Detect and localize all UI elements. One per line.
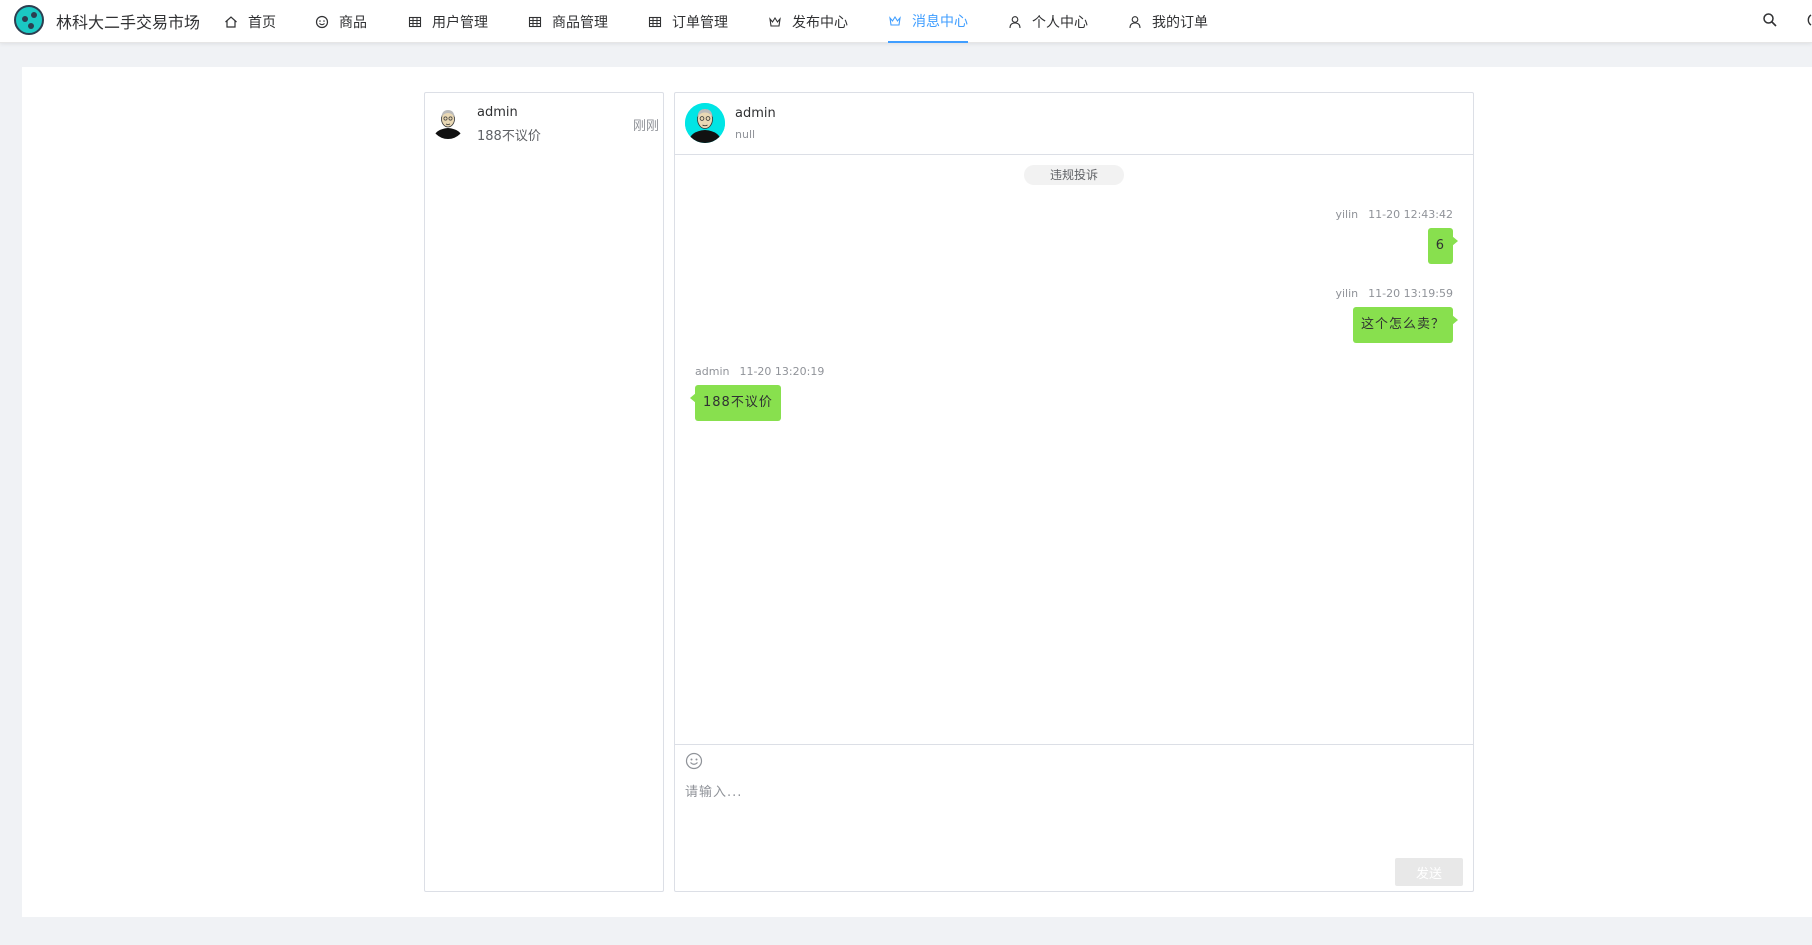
nav-item-label: 我的订单 bbox=[1152, 14, 1208, 31]
grid-icon bbox=[528, 15, 542, 29]
site-logo[interactable] bbox=[14, 5, 44, 35]
chat-header: admin null bbox=[675, 93, 1473, 155]
grid-icon bbox=[648, 15, 662, 29]
more-icon[interactable] bbox=[1804, 12, 1812, 28]
nav-item-order-management[interactable]: 订单管理 bbox=[648, 0, 728, 43]
nav-item-label: 商品 bbox=[339, 14, 367, 31]
conversation-name: admin bbox=[477, 105, 518, 120]
user-icon bbox=[1128, 15, 1142, 29]
message-sender: yilin bbox=[1335, 287, 1359, 300]
nav-item-label: 订单管理 bbox=[672, 14, 728, 31]
nav-item-my-orders[interactable]: 我的订单 bbox=[1128, 0, 1208, 43]
top-nav-bar: 林科大二手交易市场 首页 商品 用户管理 商品管理 订单管理 发布中心 消息中心… bbox=[0, 0, 1812, 43]
nav-item-label: 用户管理 bbox=[432, 14, 488, 31]
nav-item-products[interactable]: 商品 bbox=[315, 0, 367, 43]
search-icon[interactable] bbox=[1762, 12, 1778, 28]
chat-peer-status: null bbox=[735, 128, 756, 141]
nav-item-label: 商品管理 bbox=[552, 14, 608, 31]
grid-icon bbox=[408, 15, 422, 29]
nav-item-home[interactable]: 首页 bbox=[224, 0, 276, 43]
emoji-icon[interactable] bbox=[685, 752, 703, 770]
message-time: 11-20 12:43:42 bbox=[1368, 208, 1453, 221]
user-icon bbox=[1008, 15, 1022, 29]
nav-item-product-management[interactable]: 商品管理 bbox=[528, 0, 608, 43]
message-meta: admin 11-20 13:20:19 bbox=[695, 365, 824, 378]
brand-title: 林科大二手交易市场 bbox=[56, 13, 201, 32]
nav-item-personal-center[interactable]: 个人中心 bbox=[1008, 0, 1088, 43]
crown-icon bbox=[768, 15, 782, 29]
message-time: 11-20 13:19:59 bbox=[1368, 287, 1453, 300]
nav-item-label: 发布中心 bbox=[792, 14, 848, 31]
home-icon bbox=[224, 15, 238, 29]
chat-panel: admin null 违规投诉 yilin 11-20 12:43:42 6 yi… bbox=[674, 92, 1474, 892]
complaint-button[interactable]: 违规投诉 bbox=[1024, 165, 1124, 185]
nav-item-message-center[interactable]: 消息中心 bbox=[888, 0, 968, 43]
send-button[interactable]: 发送 bbox=[1395, 858, 1463, 886]
message-bubble: 6 bbox=[1427, 228, 1459, 264]
avatar bbox=[685, 103, 725, 143]
message-meta: yilin 11-20 12:43:42 bbox=[1335, 208, 1453, 221]
nav-item-label: 个人中心 bbox=[1032, 14, 1088, 31]
message-sender: yilin bbox=[1335, 208, 1359, 221]
conversation-item[interactable]: admin 188不议价 刚刚 bbox=[425, 93, 663, 149]
chat-peer-name: admin bbox=[735, 106, 776, 121]
conversation-preview: 188不议价 bbox=[477, 129, 541, 144]
message-time: 11-20 13:20:19 bbox=[739, 365, 825, 378]
message-composer: 发送 bbox=[675, 744, 1473, 891]
nav-item-label: 首页 bbox=[248, 14, 276, 31]
nav-item-label: 消息中心 bbox=[912, 13, 968, 30]
conversation-time: 刚刚 bbox=[633, 119, 660, 134]
smile-icon bbox=[315, 15, 329, 29]
crown-icon bbox=[888, 14, 902, 28]
avatar bbox=[431, 105, 465, 139]
message-meta: yilin 11-20 13:19:59 bbox=[1335, 287, 1453, 300]
message-input[interactable] bbox=[685, 781, 1455, 841]
nav-item-publish-center[interactable]: 发布中心 bbox=[768, 0, 848, 43]
nav-item-user-management[interactable]: 用户管理 bbox=[408, 0, 488, 43]
message-bubble: 这个怎么卖？ bbox=[1352, 307, 1459, 343]
message-bubble: 188不议价 bbox=[690, 385, 781, 421]
message-sender: admin bbox=[695, 365, 730, 378]
conversation-list: admin 188不议价 刚刚 bbox=[424, 92, 664, 892]
